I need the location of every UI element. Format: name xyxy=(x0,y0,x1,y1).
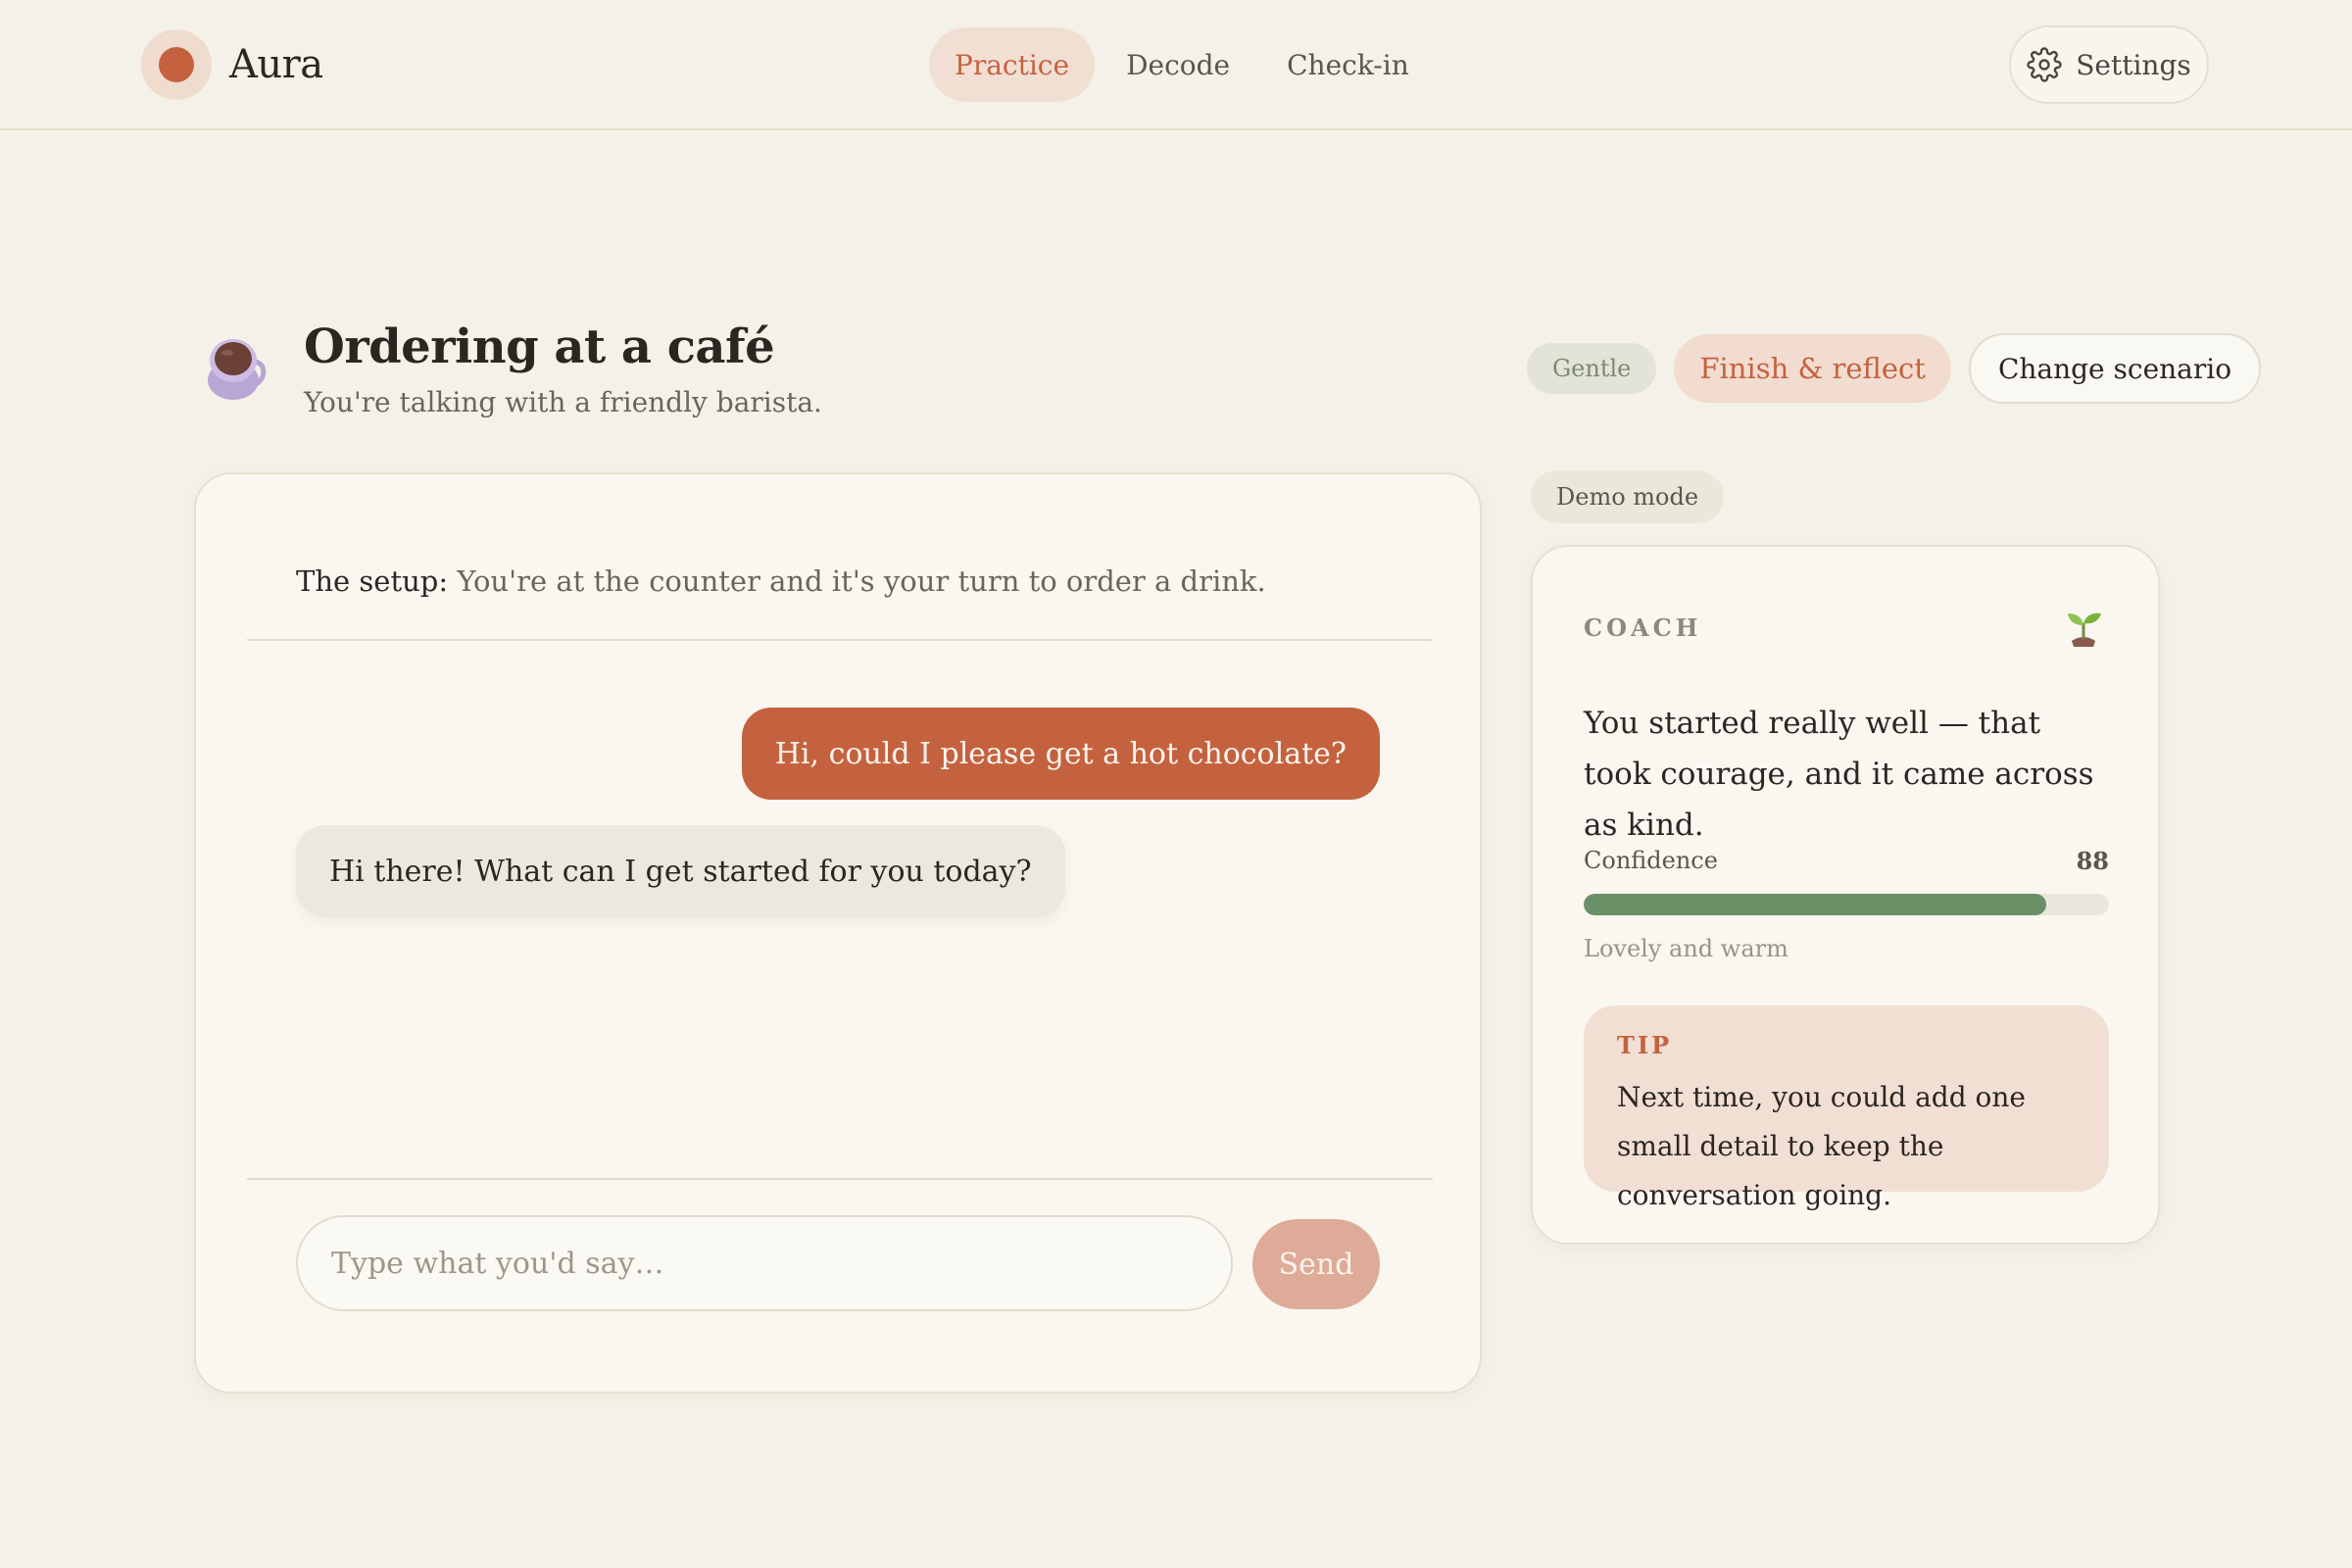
scenario-actions: Gentle Finish & reflect Change scenario xyxy=(1527,333,2262,404)
nav-tab-decode[interactable]: Decode xyxy=(1101,27,1255,102)
main-nav: Practice Decode Check-in xyxy=(929,27,1441,102)
confidence-meter-fill xyxy=(1584,894,2046,915)
confidence-caption: Lovely and warm xyxy=(1584,935,1788,962)
brand-dot xyxy=(159,47,194,82)
tip-label: TIP xyxy=(1617,1031,1673,1059)
brand[interactable]: Aura xyxy=(141,29,323,100)
confidence-label: Confidence xyxy=(1584,847,1718,874)
setup-label: The setup: xyxy=(296,564,449,598)
brand-logo-icon xyxy=(141,29,212,100)
tone-badge: Gentle xyxy=(1527,343,1657,394)
assistant-message: Hi there! What can I get started for you… xyxy=(296,825,1065,917)
change-scenario-button[interactable]: Change scenario xyxy=(1968,333,2262,404)
settings-button[interactable]: Settings xyxy=(2009,25,2209,104)
setup-line: The setup: You're at the counter and it'… xyxy=(296,564,1266,598)
chat-panel: The setup: You're at the counter and it'… xyxy=(194,472,1482,1394)
nav-tab-check-in[interactable]: Check-in xyxy=(1261,27,1435,102)
scenario-subtitle: You're talking with a friendly barista. xyxy=(304,386,822,418)
send-button[interactable]: Send xyxy=(1252,1219,1380,1309)
composer-divider xyxy=(247,1178,1433,1180)
finish-reflect-button[interactable]: Finish & reflect xyxy=(1674,334,1951,403)
demo-mode-badge: Demo mode xyxy=(1531,470,1725,523)
top-bar: Aura Practice Decode Check-in Settings xyxy=(0,0,2352,130)
coach-message: You started really well — that took cour… xyxy=(1584,706,2094,843)
coach-panel: COACH You started really well — that too… xyxy=(1531,545,2160,1245)
confidence-meter xyxy=(1584,894,2109,915)
setup-text: You're at the counter and it's your turn… xyxy=(448,564,1266,598)
brand-name: Aura xyxy=(229,42,323,87)
tip-text: Next time, you could add one small detai… xyxy=(1617,1081,2027,1211)
gear-icon xyxy=(2027,47,2062,82)
user-message: Hi, could I please get a hot chocolate? xyxy=(741,708,1380,800)
message-input[interactable] xyxy=(296,1215,1233,1311)
settings-label: Settings xyxy=(2076,48,2191,81)
tip-box: TIP Next time, you could add one small d… xyxy=(1584,1005,2109,1211)
scenario-header: Ordering at a café You're talking with a… xyxy=(204,318,822,418)
nav-tab-practice[interactable]: Practice xyxy=(929,27,1096,102)
coach-label: COACH xyxy=(1584,613,1702,642)
confidence-value: 88 xyxy=(2076,847,2109,875)
sprout-icon xyxy=(2068,612,2101,647)
setup-divider xyxy=(247,639,1433,641)
scenario-title: Ordering at a café xyxy=(304,319,775,374)
coffee-cup-icon xyxy=(208,339,267,400)
